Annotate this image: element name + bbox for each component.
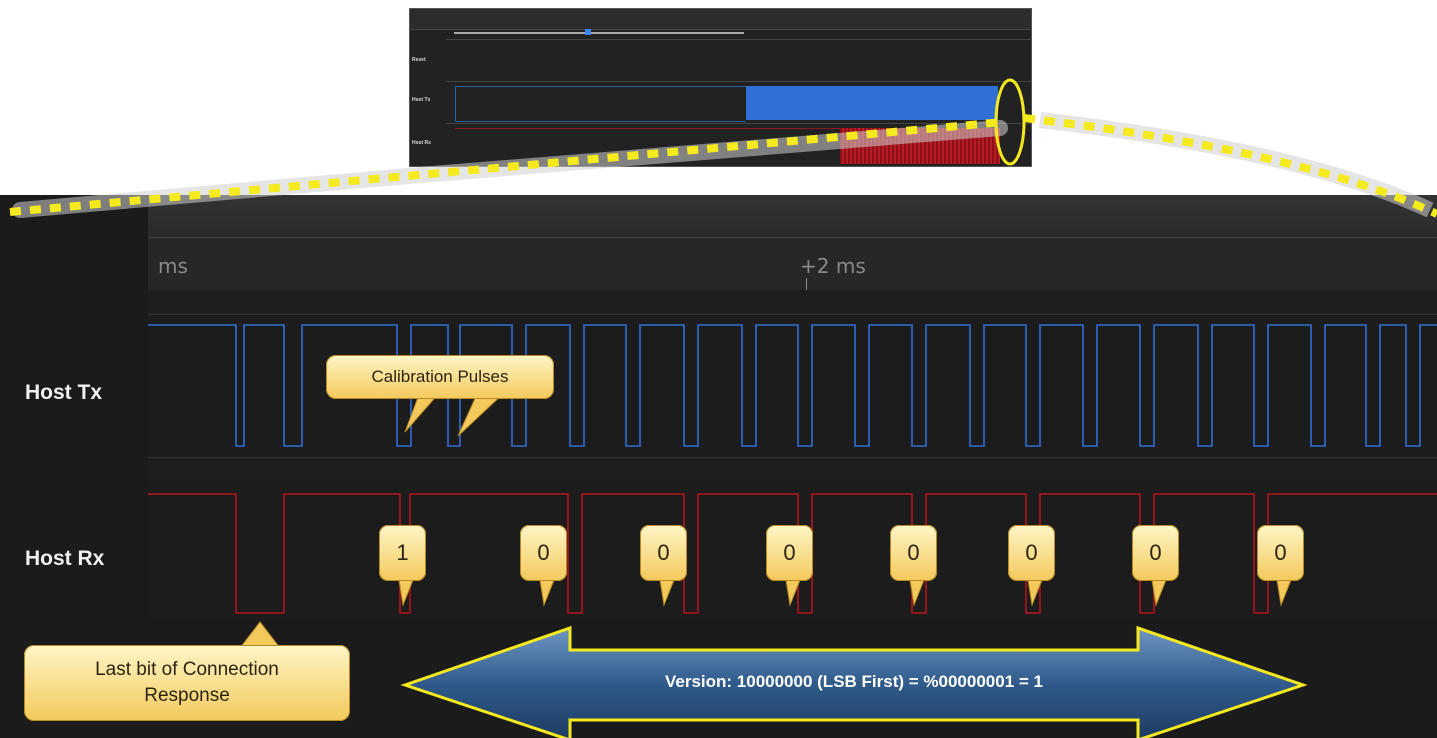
version-arrow-text: Version: 10000000 (LSB First) = %0000000… [664, 672, 1043, 691]
zoom-shadow-right [1039, 112, 1434, 218]
overlay-graphics [9, 78, 1437, 738]
bit-callout: 0 [640, 525, 687, 581]
bit-callout: 0 [1008, 525, 1055, 581]
bit-callout: 0 [890, 525, 937, 581]
bit-callout-pointer [539, 579, 555, 607]
calibration-pulses-callout: Calibration Pulses [326, 355, 554, 399]
last-bit-callout: Last bit of Connection Response [24, 645, 350, 721]
bit-callout-pointer [398, 579, 414, 607]
bit-callout: 0 [1257, 525, 1304, 581]
bit-callout: 1 [379, 525, 426, 581]
last-bit-text-line2: Response [144, 685, 230, 706]
bit-callout: 0 [1132, 525, 1179, 581]
last-bit-text-line1: Last bit of Connection [95, 659, 279, 680]
calibration-pulses-text: Calibration Pulses [371, 367, 509, 386]
bit-callout-pointer [659, 579, 675, 607]
bit-callout-pointer [1276, 579, 1292, 607]
bit-callout: 0 [766, 525, 813, 581]
bit-callout: 0 [520, 525, 567, 581]
